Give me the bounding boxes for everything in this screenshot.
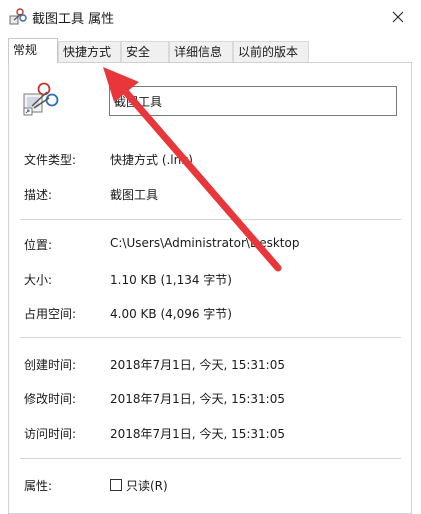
- created-label: 创建时间:: [24, 358, 77, 372]
- readonly-checkbox[interactable]: [110, 479, 122, 491]
- shortcut-file-icon: [23, 82, 59, 116]
- file-type-value: 快捷方式 (.lnk): [110, 153, 193, 167]
- location-label: 位置:: [24, 238, 53, 252]
- tab-general[interactable]: 常规: [8, 38, 58, 63]
- modified-value: 2018年7月1日, 今天, 15:31:05: [110, 392, 285, 406]
- window-title: 截图工具 属性: [32, 12, 115, 27]
- size-value: 1.10 KB (1,134 字节): [110, 273, 232, 287]
- attributes-label: 属性:: [24, 479, 53, 493]
- general-panel: [8, 62, 412, 514]
- modified-label: 修改时间:: [24, 392, 77, 406]
- size-on-disk-value: 4.00 KB (4,096 字节): [110, 307, 232, 321]
- size-on-disk-label: 占用空间:: [24, 307, 77, 321]
- title-bar: 截图工具 属性: [0, 0, 421, 33]
- size-label: 大小:: [24, 273, 53, 287]
- divider: [20, 458, 401, 459]
- tab-bar: 常规 快捷方式 安全 详细信息 以前的版本: [8, 38, 418, 63]
- description-label: 描述:: [24, 188, 53, 202]
- snipping-tool-icon: [9, 8, 27, 25]
- close-icon: [392, 11, 404, 22]
- tab-details[interactable]: 详细信息: [169, 41, 233, 62]
- tab-previous-versions[interactable]: 以前的版本: [233, 41, 309, 62]
- divider: [20, 337, 401, 338]
- file-type-label: 文件类型:: [24, 153, 77, 167]
- tab-security[interactable]: 安全: [121, 41, 169, 62]
- created-value: 2018年7月1日, 今天, 15:31:05: [110, 358, 285, 372]
- name-field[interactable]: [109, 86, 397, 116]
- readonly-label[interactable]: 只读(R): [126, 477, 168, 494]
- accessed-value: 2018年7月1日, 今天, 15:31:05: [110, 427, 285, 441]
- divider: [20, 219, 401, 220]
- description-value: 截图工具: [110, 188, 159, 202]
- accessed-label: 访问时间:: [24, 427, 77, 441]
- close-button[interactable]: [375, 0, 421, 33]
- tab-shortcut[interactable]: 快捷方式: [58, 41, 121, 62]
- location-value: C:\Users\Administrator\Desktop: [110, 236, 300, 250]
